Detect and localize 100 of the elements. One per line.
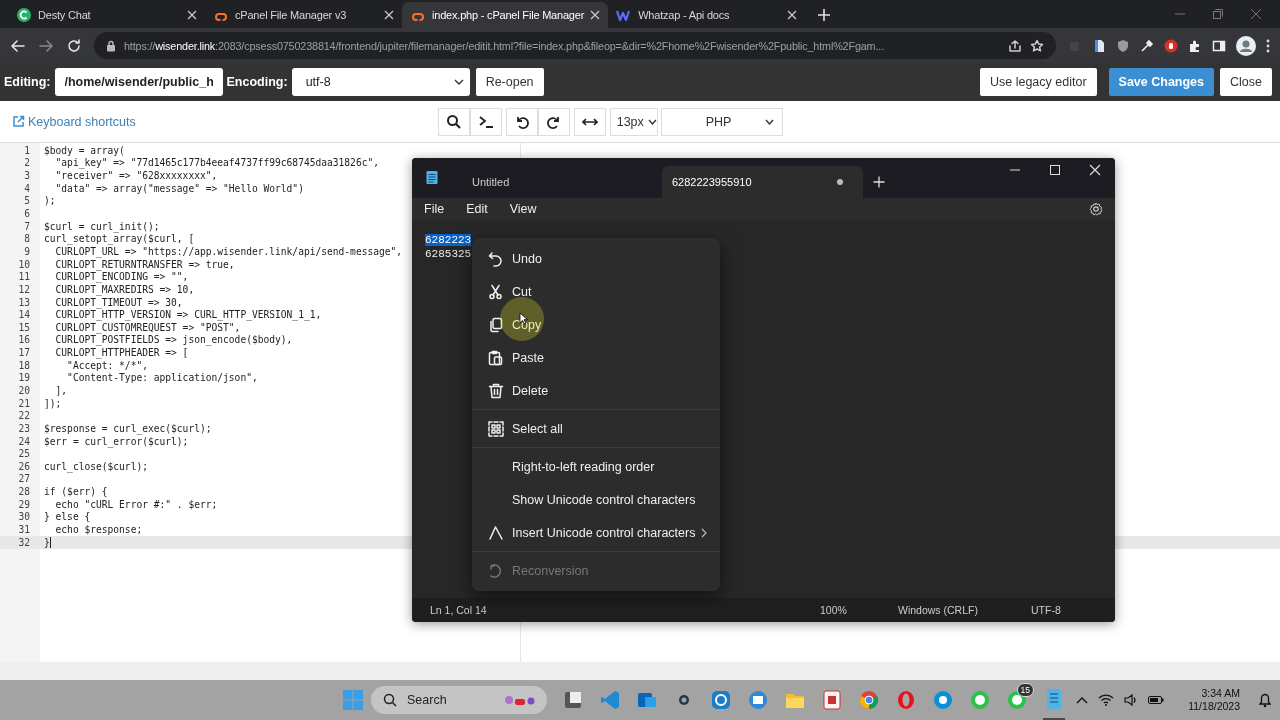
line-number: 18 bbox=[17, 359, 30, 371]
forward-arrow-icon[interactable] bbox=[38, 37, 54, 54]
undo-button[interactable] bbox=[505, 107, 538, 136]
code-line: ], bbox=[54, 385, 68, 396]
keyboard-shortcuts-link[interactable]: Keyboard shortcuts bbox=[12, 114, 136, 129]
code-line: "receiver" => "628xxxxxxxx", bbox=[54, 170, 218, 182]
code-line: echo $response; bbox=[54, 524, 143, 536]
line-number: 30 bbox=[17, 511, 30, 523]
select-all-icon bbox=[488, 420, 504, 437]
menu-item[interactable]: Insert Unicode control characters bbox=[476, 516, 716, 549]
close-button[interactable]: Close bbox=[1220, 68, 1272, 96]
menu-item[interactable]: File bbox=[424, 202, 445, 216]
plus-icon[interactable] bbox=[873, 176, 885, 188]
browser-tab[interactable]: cPanel File Manager v3 bbox=[205, 2, 402, 28]
line-number: 16 bbox=[17, 334, 30, 346]
menu-item[interactable]: Copy bbox=[476, 308, 716, 341]
avatar-icon[interactable] bbox=[1236, 35, 1256, 56]
line-number: 7 bbox=[23, 220, 30, 232]
shield-icon[interactable] bbox=[1116, 38, 1130, 53]
browser-tab[interactable]: index.php - cPanel File Manager bbox=[402, 2, 609, 28]
app-icon[interactable] bbox=[1006, 689, 1028, 711]
share-icon[interactable] bbox=[1008, 38, 1022, 53]
text-line: 6285325 bbox=[425, 248, 472, 260]
tab-title: cPanel File Manager v3 bbox=[235, 9, 348, 21]
maximize-icon[interactable] bbox=[1049, 164, 1061, 176]
menu-item[interactable]: Paste bbox=[476, 341, 716, 374]
line-number: 26 bbox=[17, 460, 30, 472]
browser-tab[interactable]: Whatzap - Api docs bbox=[608, 2, 806, 28]
code-line: "Accept: */*", bbox=[66, 359, 148, 371]
chevron-down-icon bbox=[647, 118, 657, 125]
encoding-dropdown[interactable]: utf-8 bbox=[291, 68, 470, 96]
restore-icon[interactable] bbox=[1212, 8, 1224, 20]
plus-icon[interactable] bbox=[817, 8, 832, 22]
menu-item[interactable]: Undo bbox=[476, 242, 716, 275]
close-icon[interactable] bbox=[590, 10, 601, 20]
code-line: echo "cURL Error #:" . $err; bbox=[54, 498, 218, 510]
code-line: $curl = curl_init(); bbox=[44, 220, 160, 232]
start-button[interactable] bbox=[342, 689, 364, 711]
speaker-icon[interactable] bbox=[1124, 694, 1139, 706]
close-icon[interactable] bbox=[187, 10, 197, 20]
menu-item[interactable]: Edit bbox=[466, 202, 488, 216]
clock[interactable]: 3:34 AM 11/18/2023 bbox=[1188, 687, 1240, 713]
chevron-up-icon[interactable] bbox=[1076, 696, 1089, 704]
back-arrow-icon[interactable] bbox=[10, 37, 26, 54]
tab-title: Whatzap - Api docs bbox=[638, 9, 731, 21]
search-icon bbox=[445, 113, 462, 130]
more-menu-icon[interactable] bbox=[1266, 38, 1270, 53]
address-bar[interactable]: https://wisender.link:2083/cpsess0750238814/frontend/jupiter/filemanager/editit.html?file=index.php&fileop=&dir=%2Fhome%2Fwisender%2Fpublic_html%2Fgam... bbox=[94, 32, 1056, 59]
stop-hand-icon[interactable] bbox=[1164, 38, 1178, 53]
app-icon[interactable] bbox=[562, 689, 584, 711]
line-number: 21 bbox=[17, 397, 30, 409]
search-icon bbox=[383, 693, 397, 707]
bell-icon[interactable] bbox=[1258, 692, 1272, 708]
notepad-icon bbox=[426, 170, 438, 184]
legacy-editor-button[interactable]: Use legacy editor bbox=[980, 68, 1097, 96]
path-field[interactable]: /home/wisender/public_h bbox=[54, 68, 223, 96]
eyedropper-icon[interactable] bbox=[1140, 38, 1154, 53]
search-button[interactable] bbox=[437, 107, 470, 136]
code-line: CURLOPT_TIMEOUT => 30, bbox=[54, 296, 183, 308]
reopen-button[interactable]: Re-open bbox=[475, 68, 544, 96]
language-mode-dropdown[interactable]: PHP bbox=[660, 107, 783, 136]
side-panel-icon[interactable] bbox=[1212, 38, 1226, 53]
line-number: 1 bbox=[23, 144, 30, 156]
line-number: 12 bbox=[17, 283, 30, 295]
menu-item[interactable]: Right-to-left reading order bbox=[476, 450, 716, 483]
line-number: 32 bbox=[17, 536, 30, 548]
code-line: CURLOPT_URL => "https://app.wisender.link/api/send-message", bbox=[54, 245, 403, 257]
editing-label: Editing: bbox=[4, 75, 51, 89]
star-icon[interactable] bbox=[1030, 38, 1044, 53]
menu-item[interactable]: View bbox=[509, 202, 537, 216]
notepad-tab[interactable]: Untitled bbox=[462, 166, 662, 198]
code-line: ]); bbox=[44, 397, 62, 409]
battery-icon[interactable] bbox=[1148, 695, 1165, 705]
menu-item[interactable]: Show Unicode control characters bbox=[476, 483, 716, 516]
chevron-down-icon bbox=[453, 79, 464, 85]
code-line: CURLOPT_HTTP_VERSION => CURL_HTTP_VERSION_1_1, bbox=[54, 309, 322, 321]
reload-icon[interactable] bbox=[66, 37, 82, 54]
notification-badge: 15 bbox=[1016, 683, 1034, 697]
document-icon[interactable] bbox=[1092, 38, 1106, 53]
close-icon[interactable] bbox=[787, 10, 798, 20]
wifi-icon[interactable] bbox=[1098, 694, 1115, 706]
close-icon[interactable] bbox=[384, 10, 394, 20]
tab-title: Desty Chat bbox=[38, 9, 92, 21]
code-line: "Content-Type: application/json", bbox=[66, 372, 258, 384]
wrap-toggle-button[interactable] bbox=[573, 107, 606, 136]
font-size-dropdown[interactable]: 13px bbox=[609, 107, 658, 136]
save-changes-button[interactable]: Save Changes bbox=[1108, 68, 1215, 96]
terminal-button[interactable] bbox=[469, 107, 502, 136]
browser-tab[interactable]: Desty Chat bbox=[8, 2, 205, 28]
menu-item[interactable]: Cut bbox=[476, 275, 716, 308]
line-number: 24 bbox=[17, 435, 30, 447]
notepad-tab[interactable]: 6282223955910 bbox=[662, 166, 863, 198]
search-field[interactable]: Search bbox=[371, 686, 547, 714]
menu-item[interactable]: Select all bbox=[476, 412, 716, 445]
line-number: 10 bbox=[17, 258, 30, 270]
settings-icon[interactable] bbox=[1089, 202, 1103, 216]
tab-title: index.php - cPanel File Manager bbox=[432, 9, 585, 21]
code-line: ); bbox=[44, 195, 56, 207]
menu-item[interactable]: Delete bbox=[476, 374, 716, 407]
redo-button[interactable] bbox=[537, 107, 570, 136]
